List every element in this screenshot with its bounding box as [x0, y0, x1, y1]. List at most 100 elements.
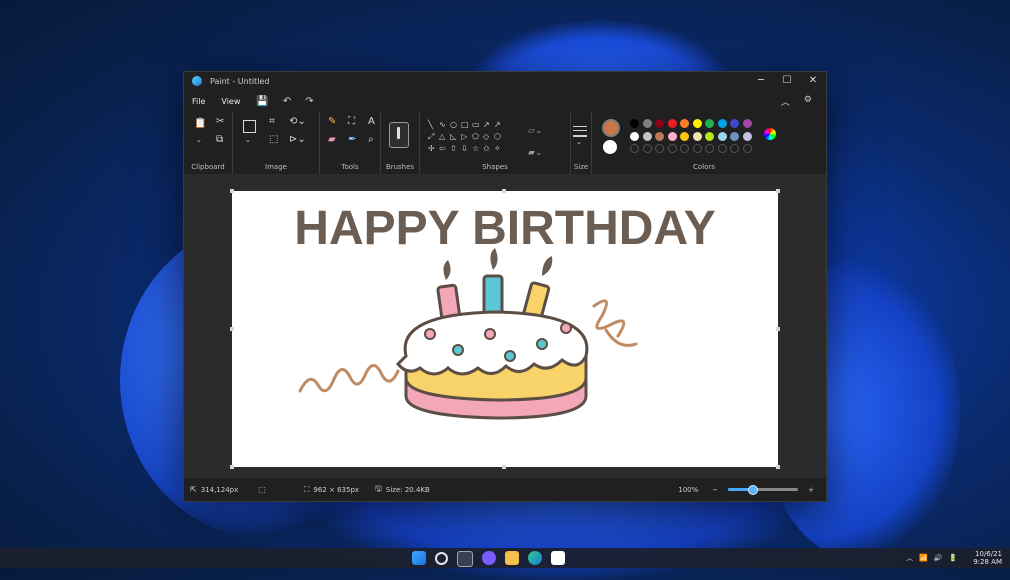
flip-icon[interactable]: ⊳⌄: [289, 134, 306, 145]
stroke-size-icon[interactable]: [573, 126, 587, 137]
color-swatch[interactable]: [717, 119, 727, 128]
rotate-icon[interactable]: ⟲⌄: [289, 116, 306, 127]
search-icon[interactable]: [435, 552, 448, 565]
custom-color-slot[interactable]: [655, 144, 664, 153]
custom-color-slot[interactable]: [692, 144, 702, 153]
resize-handle[interactable]: [776, 465, 780, 469]
close-button[interactable]: ✕: [800, 72, 826, 90]
resize-handle[interactable]: [230, 189, 234, 193]
shape-tool-19[interactable]: ✩: [483, 144, 494, 156]
shape-tool-8[interactable]: △: [439, 132, 450, 144]
custom-color-slot[interactable]: [630, 144, 639, 153]
color-swatch[interactable]: [642, 131, 652, 141]
fill-dropdown-icon[interactable]: ▰⌄: [528, 142, 542, 164]
shape-tool-4[interactable]: ▭: [472, 120, 483, 132]
color-swatch[interactable]: [692, 131, 702, 141]
shape-tool-7[interactable]: ⤢: [428, 132, 439, 144]
crop-icon[interactable]: ⌗: [269, 116, 275, 127]
color-swatch[interactable]: [630, 131, 639, 141]
select-dropdown-icon[interactable]: ⌄: [245, 136, 251, 144]
shape-tool-2[interactable]: ○: [450, 120, 461, 132]
secondary-color-swatch[interactable]: [603, 140, 617, 154]
paste-icon[interactable]: 📋: [194, 118, 206, 129]
color-swatch[interactable]: [705, 119, 714, 128]
select-icon[interactable]: [243, 120, 256, 133]
shape-tool-10[interactable]: ▷: [461, 132, 472, 144]
battery-icon[interactable]: 🔋: [949, 554, 958, 562]
resize-handle[interactable]: [776, 327, 780, 331]
color-swatch[interactable]: [730, 119, 739, 128]
resize-handle[interactable]: [230, 465, 234, 469]
collapse-ribbon-icon[interactable]: ︿: [781, 95, 790, 108]
custom-color-slot[interactable]: [705, 144, 714, 153]
undo-icon[interactable]: ↶: [283, 96, 291, 107]
paste-dropdown-icon[interactable]: ⌄: [196, 136, 202, 144]
custom-color-slot[interactable]: [680, 144, 689, 153]
shape-tool-13[interactable]: ⬡: [494, 132, 505, 144]
zoom-in-button[interactable]: +: [808, 486, 814, 494]
shape-tool-9[interactable]: ◺: [450, 132, 461, 144]
shape-tool-18[interactable]: ☆: [472, 144, 483, 156]
copy-icon[interactable]: ⧉: [216, 134, 223, 145]
drawing-canvas[interactable]: HAPPY BIRTHDAY: [232, 191, 778, 467]
volume-icon[interactable]: 🔊: [934, 554, 943, 562]
resize-handle[interactable]: [230, 327, 234, 331]
zoom-slider[interactable]: [728, 485, 799, 495]
size-dropdown-icon[interactable]: ⌄: [576, 138, 582, 146]
color-swatch[interactable]: [742, 119, 752, 128]
shape-tool-3[interactable]: □: [461, 120, 472, 132]
resize-icon[interactable]: ⬚: [269, 134, 278, 145]
zoom-slider-thumb[interactable]: [747, 485, 758, 495]
outline-dropdown-icon[interactable]: ▱⌄: [528, 120, 542, 142]
redo-icon[interactable]: ↷: [305, 96, 313, 107]
color-swatch[interactable]: [667, 119, 677, 128]
eraser-icon[interactable]: ▰: [328, 134, 336, 145]
shape-tool-16[interactable]: ⇧: [450, 144, 461, 156]
start-icon[interactable]: [412, 551, 426, 565]
settings-icon[interactable]: ⚙: [804, 95, 812, 108]
resize-handle[interactable]: [776, 189, 780, 193]
maximize-button[interactable]: ☐: [774, 72, 800, 90]
paint-taskbar-icon[interactable]: [551, 551, 565, 565]
color-swatch[interactable]: [630, 119, 639, 128]
shape-tool-15[interactable]: ⇦: [439, 144, 450, 156]
save-icon[interactable]: 💾: [256, 96, 268, 107]
resize-handle[interactable]: [502, 465, 506, 469]
color-swatch[interactable]: [667, 131, 677, 141]
shape-tool-12[interactable]: ◇: [483, 132, 494, 144]
primary-color-swatch[interactable]: [602, 119, 620, 137]
shape-tool-0[interactable]: ╲: [428, 120, 439, 132]
custom-color-slot[interactable]: [730, 144, 739, 153]
resize-handle[interactable]: [502, 189, 506, 193]
file-explorer-icon[interactable]: [505, 551, 519, 565]
edge-icon[interactable]: [528, 551, 542, 565]
zoom-level[interactable]: 100%: [678, 486, 698, 494]
magnifier-icon[interactable]: ⌕: [368, 134, 374, 145]
shape-tool-14[interactable]: ✢: [428, 144, 439, 156]
fill-icon[interactable]: ⛶: [348, 116, 355, 127]
clock[interactable]: 10/6/21 9:28 AM: [967, 550, 1002, 566]
shape-tool-11[interactable]: ⬠: [472, 132, 483, 144]
shape-tool-20[interactable]: ✧: [494, 144, 505, 156]
chat-icon[interactable]: [482, 551, 496, 565]
color-swatch[interactable]: [692, 119, 702, 128]
custom-color-slot[interactable]: [717, 144, 727, 153]
tray-chevron-icon[interactable]: ︿: [906, 553, 913, 563]
custom-color-slot[interactable]: [642, 144, 652, 153]
color-picker-icon[interactable]: ✒: [348, 134, 356, 145]
color-swatch[interactable]: [680, 131, 689, 141]
shape-tool-17[interactable]: ⇩: [461, 144, 472, 156]
menu-file[interactable]: File: [192, 97, 205, 106]
cut-icon[interactable]: ✂: [216, 116, 224, 127]
brush-icon[interactable]: [389, 122, 409, 148]
zoom-out-button[interactable]: −: [712, 486, 718, 494]
title-bar[interactable]: Paint - Untitled ─ ☐ ✕: [184, 72, 826, 90]
color-swatch[interactable]: [680, 119, 689, 128]
pencil-icon[interactable]: ✎: [328, 116, 336, 127]
color-swatch[interactable]: [705, 131, 714, 141]
color-swatch[interactable]: [717, 131, 727, 141]
edit-colors-icon[interactable]: [764, 128, 776, 140]
color-swatch[interactable]: [642, 119, 652, 128]
color-swatch[interactable]: [655, 131, 664, 141]
shape-tool-1[interactable]: ∿: [439, 120, 450, 132]
